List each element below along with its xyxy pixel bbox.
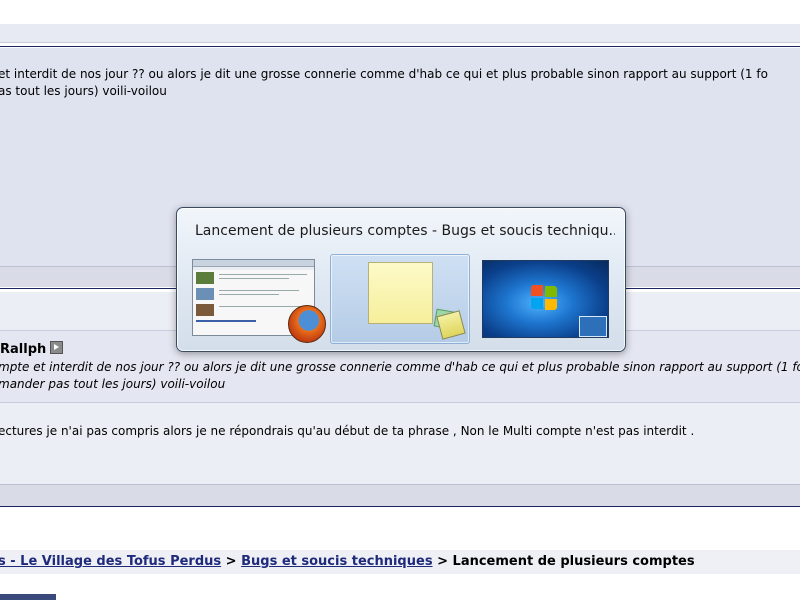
breadcrumb-current: Lancement de plusieurs comptes <box>452 554 695 569</box>
breadcrumb-forum-link[interactable]: s - Le Village des Tofus Perdus <box>0 554 221 569</box>
page-top <box>0 0 800 24</box>
post-text-line: et interdit de nos jour ?? ou alors je d… <box>0 67 768 81</box>
thumbnail-firefox[interactable] <box>184 254 326 343</box>
thumbnail-desktop[interactable] <box>476 254 614 342</box>
breadcrumb-separator: > <box>437 554 448 569</box>
breadcrumb: s - Le Village des Tofus Perdus > Bugs e… <box>0 550 800 574</box>
taskbar-thumbnail-popup: Lancement de plusieurs comptes - Bugs et… <box>176 207 626 352</box>
firefox-icon <box>288 305 326 343</box>
breadcrumb-category-link[interactable]: Bugs et soucis techniques <box>241 554 432 569</box>
view-post-icon[interactable] <box>50 341 64 354</box>
windows-logo-icon <box>531 285 559 311</box>
post-header-strip <box>0 24 800 43</box>
post-text-line: as tout les jours) voili-voilou <box>0 84 167 98</box>
quote-text-line: mander pas tout les jours) voili-voilou <box>0 377 226 391</box>
post-text-line: ectures je n'ai pas compris alors je ne … <box>0 424 695 438</box>
divider <box>0 506 800 507</box>
post-body-2: ectures je n'ai pas compris alors je ne … <box>0 402 800 485</box>
post-footer <box>0 484 800 507</box>
mini-window-icon <box>579 316 607 337</box>
divider <box>0 46 800 47</box>
sticky-note-preview <box>368 262 433 324</box>
breadcrumb-separator: > <box>225 554 237 569</box>
thumbnail-window-title[interactable]: Lancement de plusieurs comptes - Bugs et… <box>195 223 615 239</box>
bottom-button[interactable] <box>0 594 56 600</box>
quote-text-line: mpte et interdit de nos jour ?? ou alors… <box>0 360 800 374</box>
desktop-preview <box>482 260 609 338</box>
breadcrumb-trail: s - Le Village des Tofus Perdus > Bugs e… <box>0 550 695 574</box>
quote-author-name: Rallph <box>0 342 47 357</box>
sticky-notes-icon <box>436 310 466 340</box>
thumbnail-sticky-notes[interactable] <box>330 254 470 344</box>
quote-author: Rallph <box>0 341 64 357</box>
